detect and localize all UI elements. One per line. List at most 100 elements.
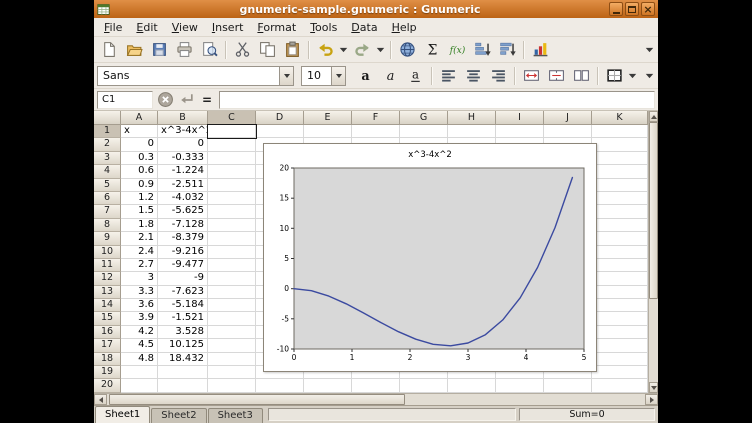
row-header-12[interactable]: 12	[94, 272, 121, 285]
sheet-grid[interactable]: ABCDEFGHIJK 1xx^3-4x^220030.3-0.33340.6-…	[94, 111, 648, 393]
tab-sheet1[interactable]: Sheet1	[95, 406, 150, 423]
copy-button[interactable]	[255, 38, 279, 62]
save-button[interactable]	[147, 38, 171, 62]
cell-C2[interactable]	[208, 138, 256, 151]
cell-A16[interactable]: 4.2	[121, 326, 158, 339]
equals-button[interactable]: =	[198, 91, 216, 109]
cell-C14[interactable]	[208, 299, 256, 312]
cell-B1[interactable]: x^3-4x^2	[158, 125, 208, 138]
cell-A6[interactable]: 1.2	[121, 192, 158, 205]
cell-B20[interactable]	[158, 379, 208, 392]
font-size-combo[interactable]: 10	[301, 66, 346, 86]
sort-ascending-button[interactable]	[470, 38, 494, 62]
cell-A12[interactable]: 3	[121, 272, 158, 285]
horizontal-scroll-track[interactable]	[107, 394, 645, 405]
row-header-4[interactable]: 4	[94, 165, 121, 178]
font-name-combo[interactable]: Sans	[97, 66, 294, 86]
cell-C19[interactable]	[208, 366, 256, 379]
borders-button[interactable]	[602, 64, 626, 88]
row-header-9[interactable]: 9	[94, 232, 121, 245]
font-size-dropdown[interactable]	[331, 66, 346, 86]
scroll-up-button[interactable]	[649, 111, 658, 122]
cell-E20[interactable]	[304, 379, 352, 392]
titlebar[interactable]: gnumeric-sample.gnumeric : Gnumeric ×	[94, 0, 658, 18]
cell-B2[interactable]: 0	[158, 138, 208, 151]
cell-K18[interactable]	[592, 353, 648, 366]
menu-insert[interactable]: Insert	[206, 20, 250, 35]
row-header-16[interactable]: 16	[94, 326, 121, 339]
cell-K9[interactable]	[592, 232, 648, 245]
cell-C6[interactable]	[208, 192, 256, 205]
cell-B12[interactable]: -9	[158, 272, 208, 285]
cell-C8[interactable]	[208, 219, 256, 232]
tab-sheet3[interactable]: Sheet3	[208, 408, 263, 423]
cell-B14[interactable]: -5.184	[158, 299, 208, 312]
cell-A20[interactable]	[121, 379, 158, 392]
cell-B5[interactable]: -2.511	[158, 179, 208, 192]
cell-B9[interactable]: -8.379	[158, 232, 208, 245]
vertical-scrollbar[interactable]	[648, 111, 658, 393]
row-header-10[interactable]: 10	[94, 246, 121, 259]
cell-C10[interactable]	[208, 246, 256, 259]
vertical-scroll-thumb[interactable]	[649, 122, 658, 299]
column-header-e[interactable]: E	[304, 111, 352, 125]
cell-K19[interactable]	[592, 366, 648, 379]
cell-H20[interactable]	[448, 379, 496, 392]
cell-H1[interactable]	[448, 125, 496, 138]
row-header-14[interactable]: 14	[94, 299, 121, 312]
cell-A15[interactable]: 3.9	[121, 312, 158, 325]
cell-C1[interactable]	[208, 125, 256, 138]
cell-B15[interactable]: -1.521	[158, 312, 208, 325]
cell-K10[interactable]	[592, 246, 648, 259]
column-header-b[interactable]: B	[158, 111, 208, 125]
select-all-corner[interactable]	[94, 111, 121, 125]
cell-B10[interactable]: -9.216	[158, 246, 208, 259]
cell-K12[interactable]	[592, 272, 648, 285]
minimize-button[interactable]	[609, 2, 623, 16]
cell-A9[interactable]: 2.1	[121, 232, 158, 245]
paste-button[interactable]	[280, 38, 304, 62]
row-header-15[interactable]: 15	[94, 312, 121, 325]
cell-E1[interactable]	[304, 125, 352, 138]
sort-descending-button[interactable]	[495, 38, 519, 62]
bold-button[interactable]: a	[353, 64, 377, 88]
cell-C4[interactable]	[208, 165, 256, 178]
cell-B17[interactable]: 10.125	[158, 339, 208, 352]
cell-F1[interactable]	[352, 125, 400, 138]
cell-A4[interactable]: 0.6	[121, 165, 158, 178]
insert-chart-button[interactable]	[528, 38, 552, 62]
row-header-20[interactable]: 20	[94, 379, 121, 392]
cell-B16[interactable]: 3.528	[158, 326, 208, 339]
cell-C18[interactable]	[208, 353, 256, 366]
cell-K4[interactable]	[592, 165, 648, 178]
cell-K20[interactable]	[592, 379, 648, 392]
cell-A19[interactable]	[121, 366, 158, 379]
row-header-5[interactable]: 5	[94, 179, 121, 192]
cell-reference-box[interactable]: C1	[97, 91, 153, 109]
menu-file[interactable]: File	[98, 20, 128, 35]
print-preview-button[interactable]	[197, 38, 221, 62]
redo-button[interactable]	[350, 38, 374, 62]
toolbar-overflow-button[interactable]	[644, 38, 655, 62]
cell-D20[interactable]	[256, 379, 304, 392]
cell-J20[interactable]	[544, 379, 592, 392]
row-header-7[interactable]: 7	[94, 205, 121, 218]
row-header-11[interactable]: 11	[94, 259, 121, 272]
cell-A14[interactable]: 3.6	[121, 299, 158, 312]
embedded-chart[interactable]: x^3-4x^2-10-505101520012345	[263, 143, 597, 372]
cell-K5[interactable]	[592, 179, 648, 192]
cell-B8[interactable]: -7.128	[158, 219, 208, 232]
cell-K11[interactable]	[592, 259, 648, 272]
cell-K3[interactable]	[592, 152, 648, 165]
column-header-d[interactable]: D	[256, 111, 304, 125]
column-header-f[interactable]: F	[352, 111, 400, 125]
menu-help[interactable]: Help	[386, 20, 423, 35]
cell-K2[interactable]	[592, 138, 648, 151]
cell-A2[interactable]: 0	[121, 138, 158, 151]
confirm-edit-button[interactable]	[177, 91, 195, 109]
cell-B4[interactable]: -1.224	[158, 165, 208, 178]
column-header-c[interactable]: C	[208, 111, 256, 125]
new-file-button[interactable]	[97, 38, 121, 62]
cut-button[interactable]	[230, 38, 254, 62]
row-header-13[interactable]: 13	[94, 286, 121, 299]
